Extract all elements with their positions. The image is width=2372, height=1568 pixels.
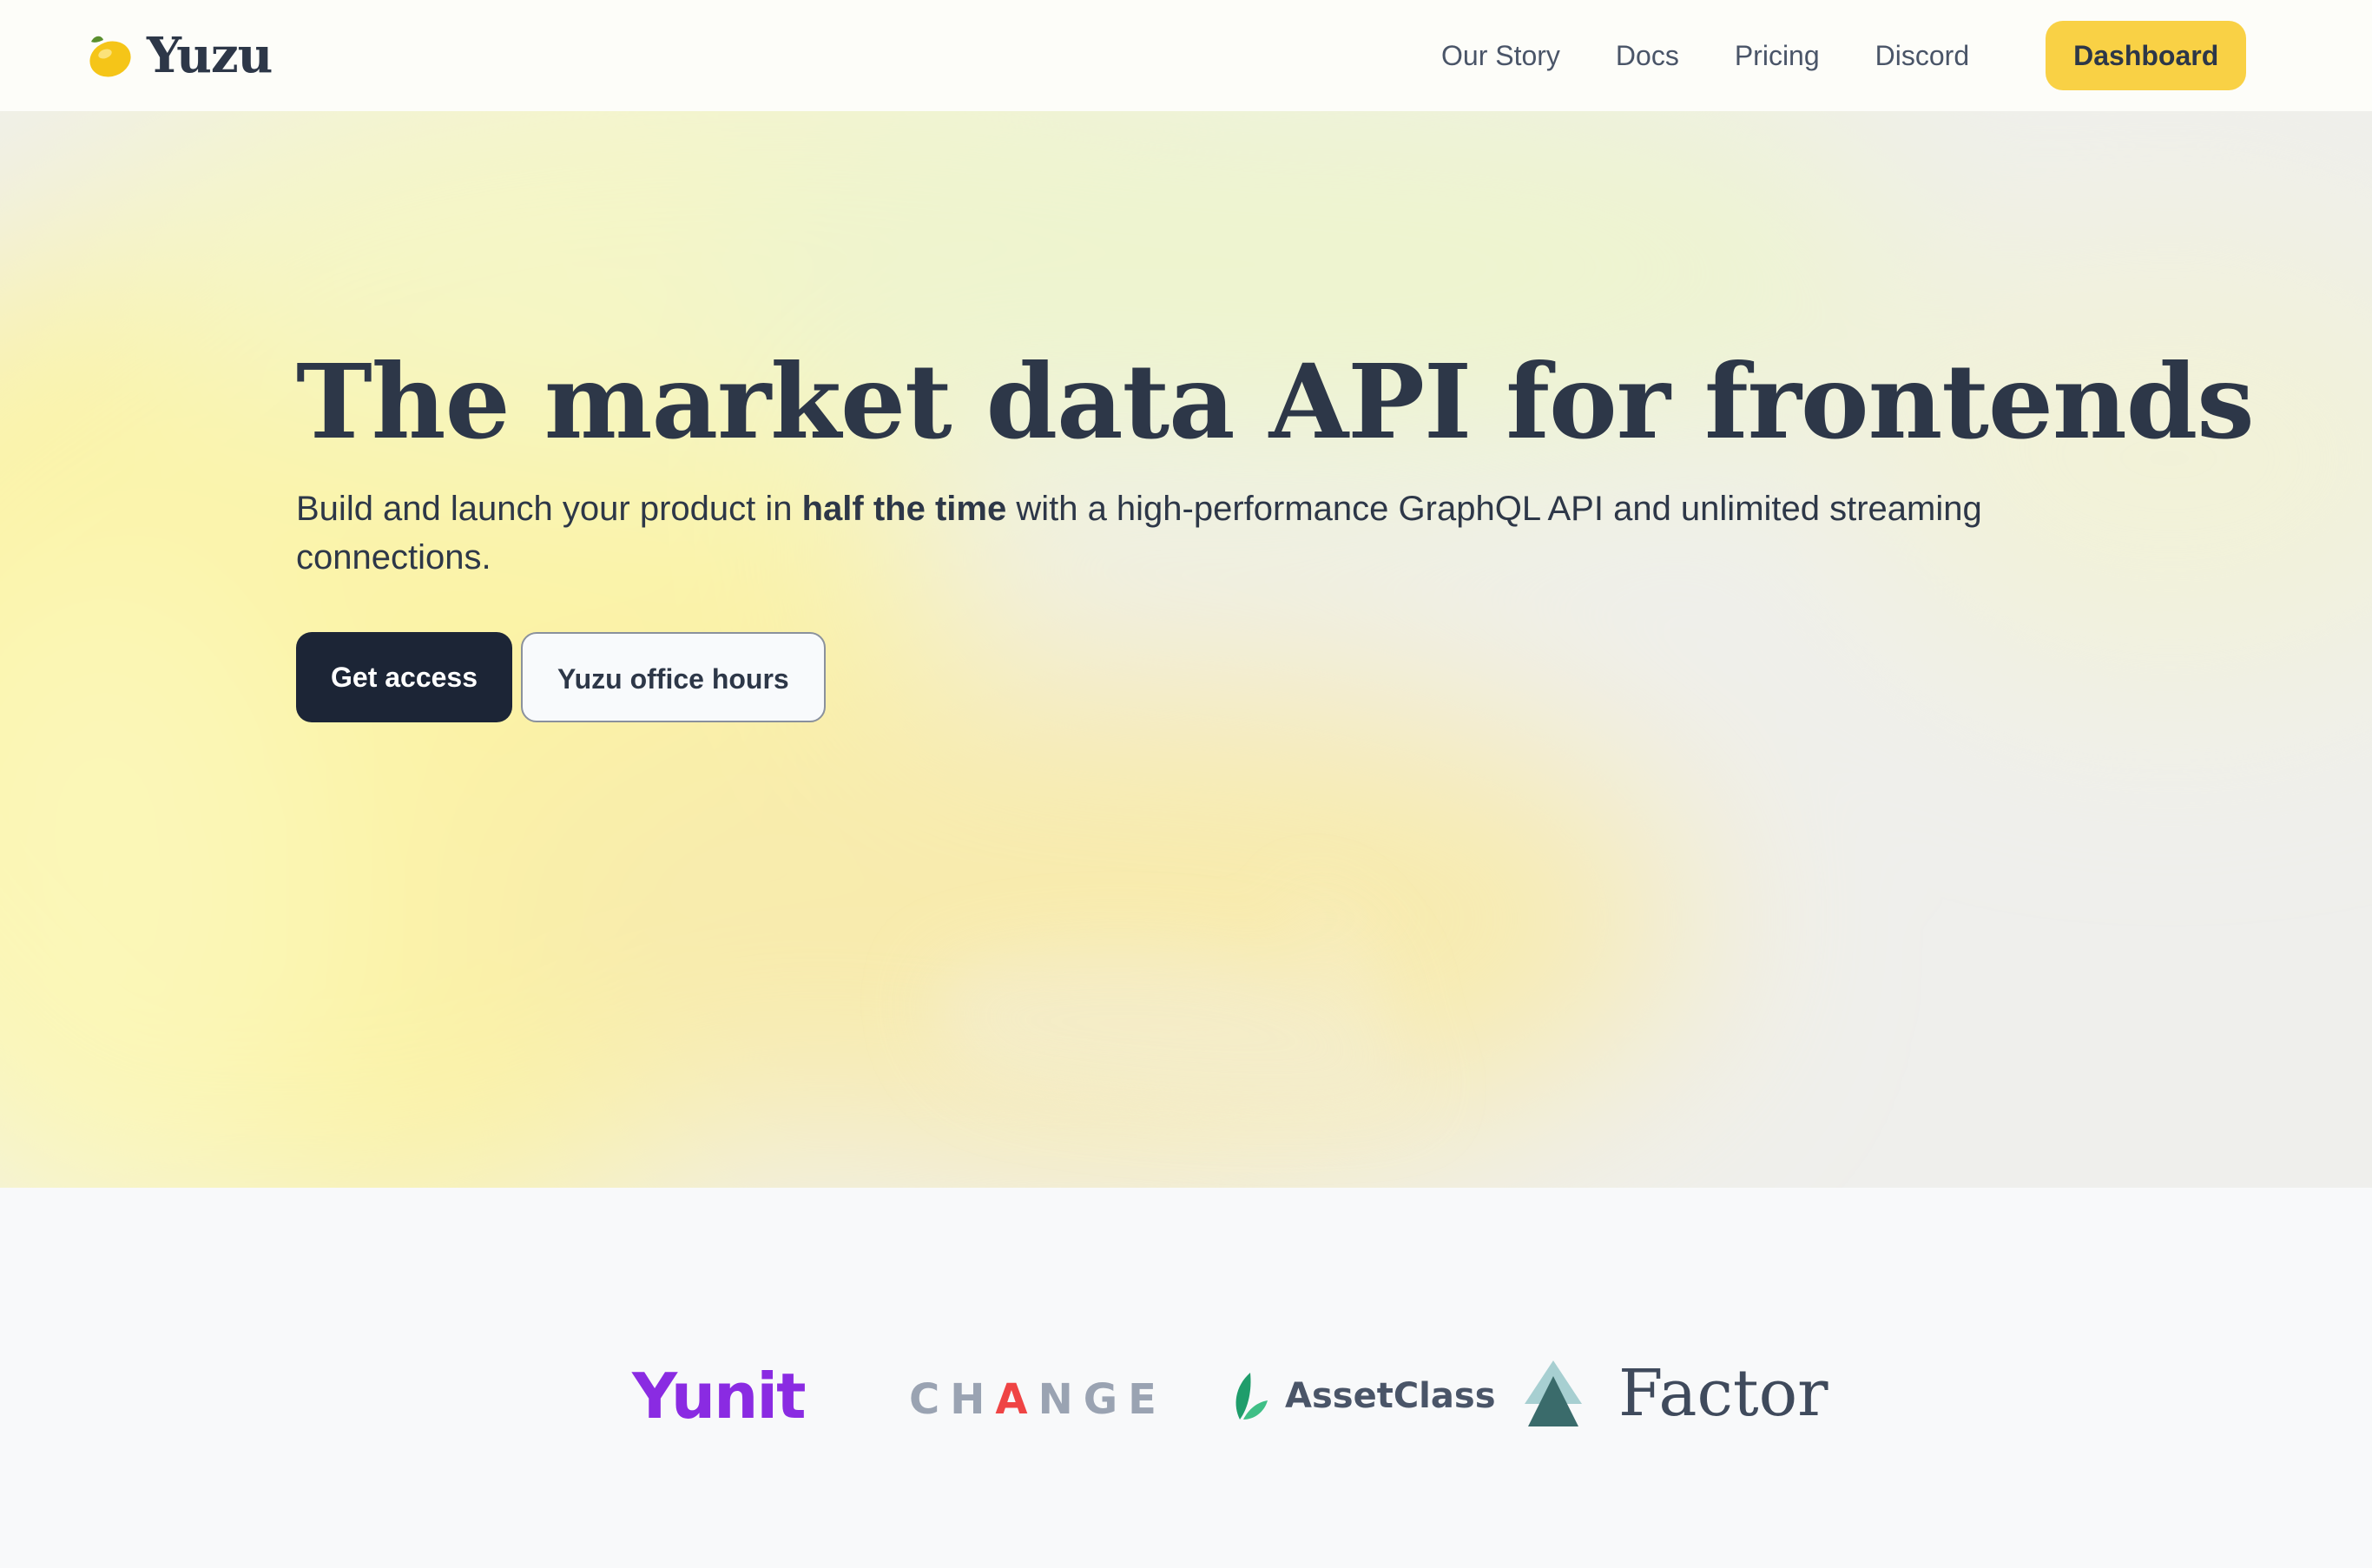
lemon-icon	[89, 36, 131, 77]
dashboard-button[interactable]: Dashboard	[2046, 21, 2247, 90]
logo-change-mark: A	[995, 1375, 1038, 1424]
logo-yunit-wordmark: Yunit	[632, 1360, 807, 1433]
leaf-icon	[1235, 1373, 1268, 1420]
logo-factor-wordmark: Factor	[1618, 1356, 1828, 1431]
logo-assetclass: AssetClass	[1233, 1371, 1496, 1421]
hero-headline: The market data API for frontends	[296, 341, 2255, 462]
main-nav: Our Story Docs Pricing Discord Dashboard	[1441, 21, 2247, 90]
logo-change-part-1: CH	[909, 1375, 996, 1424]
brand-home-link[interactable]: Yuzu	[82, 24, 273, 87]
nav-docs[interactable]: Docs	[1616, 40, 1679, 72]
logo-change-part-2: NGE	[1038, 1375, 1167, 1424]
hero-section: The market data API for frontends Build …	[0, 111, 2372, 1188]
site-header: Yuzu Our Story Docs Pricing Discord Dash…	[0, 0, 2372, 111]
nav-our-story[interactable]: Our Story	[1441, 40, 1560, 72]
logo-factor: Factor	[1525, 1356, 1828, 1431]
hero-subheadline: Build and launch your product in half th…	[296, 484, 2033, 582]
logo-change: CH A NGE	[909, 1375, 1167, 1424]
get-access-button[interactable]: Get access	[296, 632, 513, 722]
hero-content: The market data API for frontends Build …	[296, 341, 2255, 722]
logo-assetclass-wordmark: AssetClass	[1285, 1376, 1496, 1416]
triangle-mark-icon	[1525, 1360, 1582, 1426]
logo-yunit: Yunit	[632, 1360, 807, 1433]
customer-logos: Yunit CH A NGE AssetClass Factor	[0, 1188, 2372, 1568]
office-hours-button[interactable]: Yuzu office hours	[521, 632, 826, 722]
subheadline-part-1: Build and launch your product in	[296, 490, 802, 528]
nav-pricing[interactable]: Pricing	[1735, 40, 1820, 72]
brand-name: Yuzu	[147, 27, 273, 84]
nav-discord[interactable]: Discord	[1875, 40, 1969, 72]
subheadline-emphasis: half the time	[801, 490, 1007, 528]
hero-cta-row: Get access Yuzu office hours	[296, 632, 2119, 722]
